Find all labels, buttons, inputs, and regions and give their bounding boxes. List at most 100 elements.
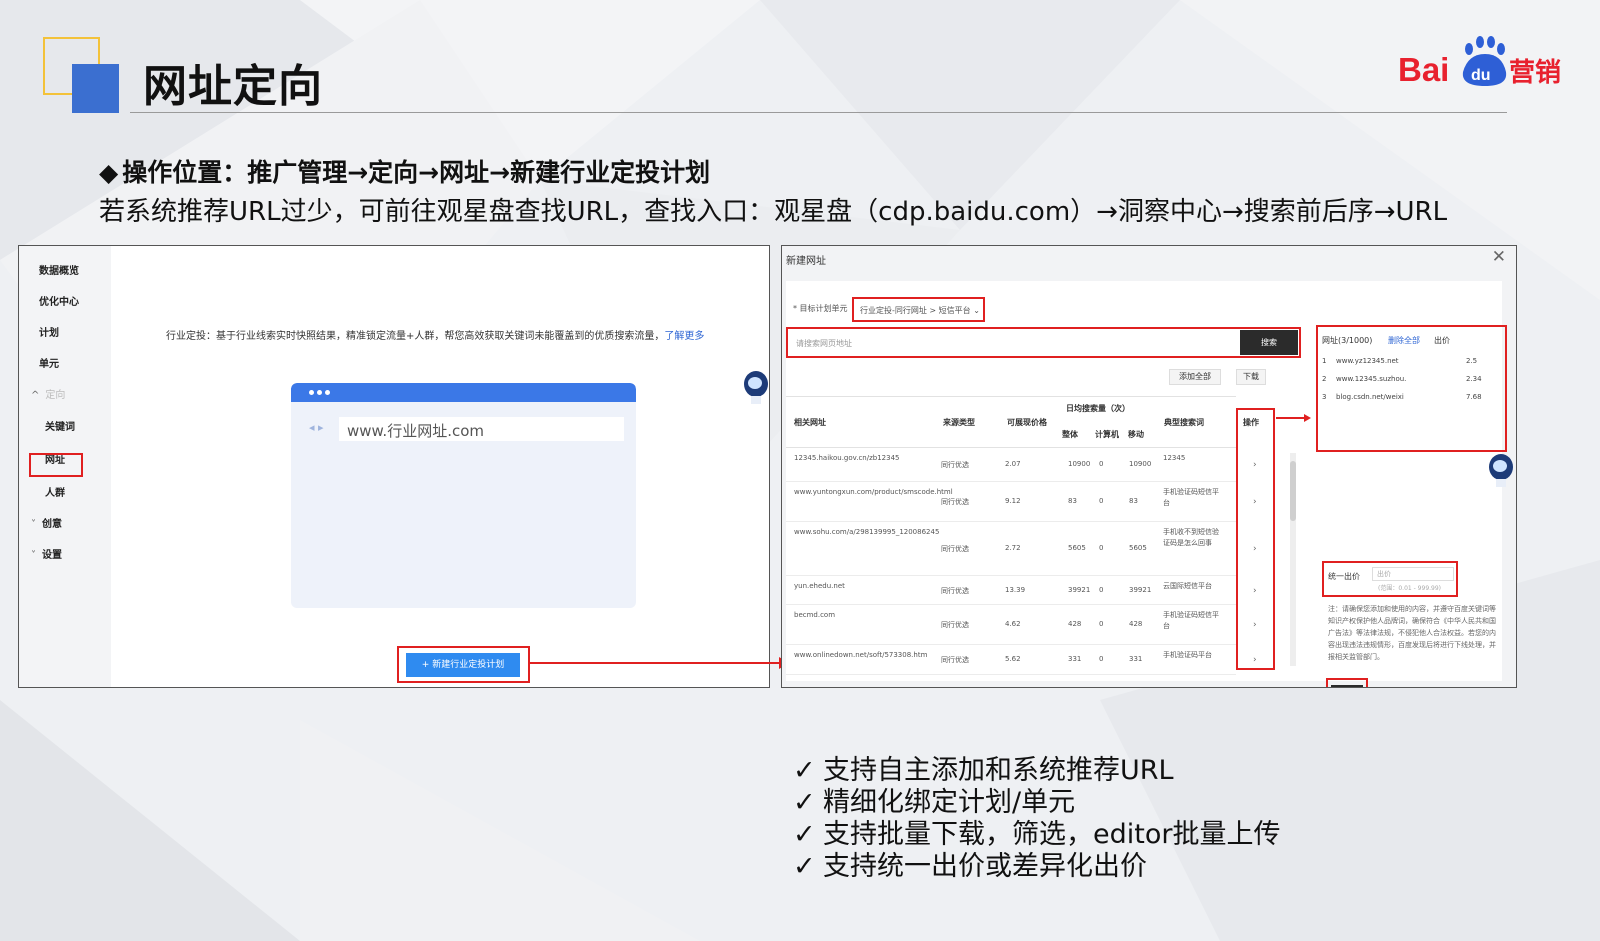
- cell-keyword: 手机验证码短信平台: [1163, 488, 1219, 507]
- assistant-robot-icon[interactable]: [1486, 451, 1514, 491]
- window-dot-icon: [325, 390, 330, 395]
- chevron-down-icon: ⌄: [973, 306, 980, 315]
- highlight-action-column: [1236, 408, 1275, 670]
- new-industry-plan-button[interactable]: + 新建行业定投计划: [406, 653, 520, 677]
- unified-bid-input[interactable]: 出价: [1372, 567, 1454, 581]
- cell-source: 同行优选: [941, 498, 969, 506]
- cell-url: 12345.haikou.gov.cn/zb12345: [794, 454, 900, 462]
- selected-url-bid[interactable]: 7.68: [1466, 393, 1482, 401]
- table-scrollbar-thumb[interactable]: [1290, 461, 1296, 521]
- target-plan-unit-select[interactable]: 行业定投-同行网址 > 短信平台 ⌄: [852, 297, 985, 322]
- table-row: www.sohu.com/a/298139995_120086245 同行优选 2.…: [786, 522, 1257, 576]
- screenshot-new-url-dialog: 新建网址 ✕ * 目标计划单元 行业定投-同行网址 > 短信平台 ⌄ 请搜索网页…: [781, 245, 1517, 688]
- description-text: 行业定投：基于行业线索实时快照结果，精准锁定流量+人群，帮您高效获取关键词未能覆…: [166, 331, 665, 342]
- add-button[interactable]: 添加: [1331, 685, 1363, 687]
- close-icon[interactable]: ✕: [1492, 247, 1506, 267]
- cell-price: 4.62: [1005, 620, 1021, 628]
- unified-bid-range: (范围：0.01 - 999.99): [1378, 585, 1442, 592]
- selected-url-count: 网址(3/1000): [1322, 336, 1373, 345]
- col-mobile: 移动: [1128, 430, 1144, 439]
- sidebar-item-creative[interactable]: ˅ 创意: [31, 515, 62, 530]
- arrow-right-icon: [1304, 414, 1311, 422]
- cell-total: 5605: [1068, 544, 1086, 552]
- table-row: www.yuntongxun.com/product/smscode.html 同…: [786, 482, 1257, 522]
- lookup-hint: 若系统推荐URL过少，可前往观星盘查找URL，查找入口：观星盘（cdp.baid…: [99, 197, 1448, 227]
- cell-mobile: 331: [1129, 655, 1143, 663]
- sidebar-item-creative-label: 创意: [42, 519, 62, 530]
- chevron-up-icon: ^: [31, 390, 40, 401]
- unified-bid-label: 统一出价: [1328, 572, 1360, 581]
- title-deco-square: [72, 64, 119, 113]
- cell-total: 428: [1068, 620, 1082, 628]
- cell-keyword: 12345: [1163, 454, 1186, 462]
- cell-source: 同行优选: [941, 587, 969, 595]
- dialog-body: * 目标计划单元 行业定投-同行网址 > 短信平台 ⌄ 请搜索网页地址 搜索 添…: [786, 281, 1507, 687]
- col-price: 可展现价格: [1007, 418, 1047, 427]
- window-dot-icon: [317, 390, 322, 395]
- cell-source: 同行优选: [941, 621, 969, 629]
- sidebar-item-audience[interactable]: 人群: [45, 484, 65, 499]
- browser-nav-arrows-icon: ◂ ▸: [309, 421, 324, 434]
- cell-mobile: 83: [1129, 497, 1138, 505]
- cell-source: 同行优选: [941, 656, 969, 664]
- industry-targeting-description: 行业定投：基于行业线索实时快照结果，精准锁定流量+人群，帮您高效获取关键词未能覆…: [166, 327, 704, 342]
- col-volume: 日均搜索量（次）: [1066, 404, 1130, 413]
- cell-pc: 0: [1099, 544, 1104, 552]
- sidebar-item-unit[interactable]: 单元: [39, 355, 59, 370]
- selected-url-bid[interactable]: 2.5: [1466, 357, 1477, 365]
- sidebar-item-targeting[interactable]: ^ 定向: [31, 386, 65, 401]
- sidebar-item-plan[interactable]: 计划: [39, 324, 59, 339]
- check-icon: ✓: [793, 755, 816, 786]
- sidebar-item-settings-label: 设置: [42, 550, 62, 561]
- delete-all-link[interactable]: 删除全部: [1388, 335, 1420, 346]
- learn-more-link[interactable]: 了解更多: [664, 331, 704, 342]
- feature-item: ✓ 支持统一出价或差异化出价: [793, 851, 1147, 882]
- svg-text:Bai: Bai: [1398, 51, 1449, 88]
- svg-text:营销: 营销: [1509, 58, 1561, 88]
- table-row: yun.ehedu.net 同行优选 13.39 39921 0 39921 云国际短信平台…: [786, 576, 1257, 605]
- search-button[interactable]: 搜索: [1240, 330, 1298, 355]
- svg-text:du: du: [1471, 67, 1491, 84]
- sidebar-item-overview[interactable]: 数据概览: [39, 262, 79, 277]
- download-button[interactable]: 下载: [1236, 369, 1266, 385]
- browser-illustration-bar: [291, 383, 636, 402]
- cell-pc: 0: [1099, 460, 1104, 468]
- compliance-note: 注：请确保您添加和使用的内容，并遵守百度关键词等知识产权保护他人品牌词，确保符合…: [1328, 605, 1496, 661]
- cell-keyword: 手机验证码短信平台: [1163, 611, 1219, 630]
- sidebar-item-targeting-label: 定向: [45, 390, 66, 401]
- feature-list: ✓ 支持自主添加和系统推荐URL ✓ 精细化绑定计划/单元 ✓ 支持批量下载，筛选，e…: [793, 755, 1280, 883]
- check-icon: ✓: [793, 787, 816, 818]
- recommend-table-header: 相关网址 来源类型 可展现价格 日均搜索量（次） 整体 计算机 移动 典型搜索词…: [786, 396, 1259, 448]
- sidebar-item-optimize[interactable]: 优化中心: [39, 293, 79, 308]
- cell-total: 83: [1068, 497, 1077, 505]
- sidebar-item-keyword[interactable]: 关键词: [45, 418, 75, 433]
- cell-keyword: 云国际短信平台: [1163, 582, 1212, 590]
- page-title: 网址定向: [143, 61, 323, 112]
- col-pc: 计算机: [1095, 430, 1119, 439]
- cell-pc: 0: [1099, 655, 1104, 663]
- sidebar-nav: 数据概览 优化中心 计划 单元 ^ 定向 关键词 网址 人群 ˅ 创意 ˅ 设置: [19, 246, 111, 687]
- chevron-down-icon: ˅: [31, 519, 36, 530]
- sidebar-item-settings[interactable]: ˅ 设置: [31, 546, 62, 561]
- col-total: 整体: [1062, 430, 1078, 439]
- baidu-paw-logo-icon: Bai du 营销: [1398, 36, 1561, 88]
- cell-source: 同行优选: [941, 545, 969, 553]
- assistant-robot-icon[interactable]: [741, 368, 769, 408]
- operation-path-text: 操作位置：推广管理→定向→网址→新建行业定投计划: [122, 158, 711, 187]
- table-row: becmd.com 同行优选 4.62 428 0 428 手机验证码短信平台 ›: [786, 605, 1257, 645]
- cell-url: yun.ehedu.net: [794, 582, 845, 590]
- browser-illustration: ◂ ▸ www.行业网址.com: [291, 383, 636, 608]
- add-all-button[interactable]: 添加全部: [1169, 369, 1221, 385]
- url-search-input[interactable]: 请搜索网页地址: [796, 338, 852, 349]
- baidu-marketing-logo: Bai du 营销: [1398, 34, 1563, 96]
- highlight-url-nav: [29, 453, 83, 477]
- cell-price: 2.07: [1005, 460, 1021, 468]
- cell-keyword: 手机验证码平台: [1163, 651, 1212, 659]
- selected-url-bid[interactable]: 2.34: [1466, 375, 1482, 383]
- col-keywords: 典型搜索词: [1164, 418, 1204, 427]
- diamond-bullet-icon: ◆: [99, 158, 119, 187]
- target-plan-unit-value: 行业定投-同行网址 > 短信平台: [860, 306, 971, 315]
- window-dot-icon: [309, 390, 314, 395]
- check-icon: ✓: [793, 851, 816, 882]
- title-divider: [130, 112, 1507, 113]
